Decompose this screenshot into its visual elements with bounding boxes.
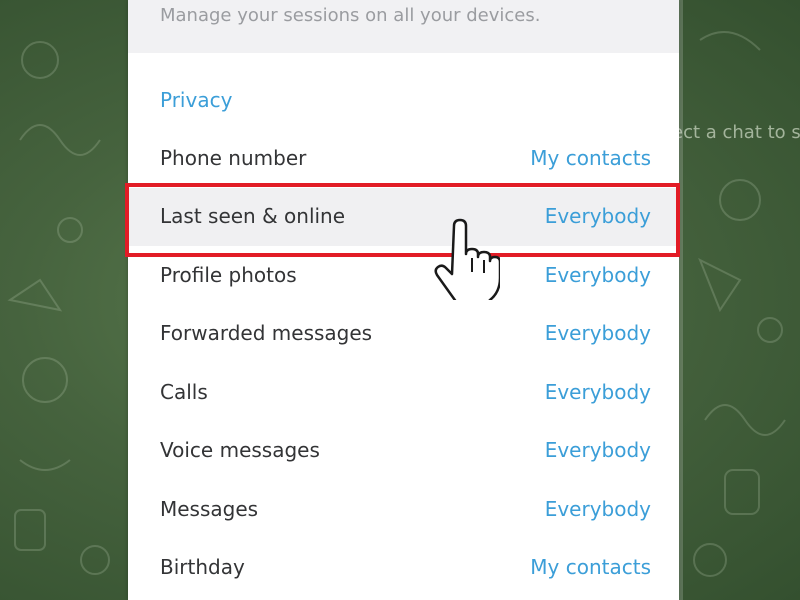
row-value: Everybody [544, 204, 651, 228]
privacy-row-forwarded-messages[interactable]: Forwarded messages Everybody [128, 305, 679, 363]
row-label: Calls [160, 380, 208, 404]
row-value: My contacts [530, 146, 651, 170]
app-window: ect a chat to s Manage your sessions on … [0, 0, 800, 600]
privacy-row-phone-number[interactable]: Phone number My contacts [128, 130, 679, 188]
privacy-row-voice-messages[interactable]: Voice messages Everybody [128, 422, 679, 480]
row-label: Profile photos [160, 263, 297, 287]
select-chat-hint: ect a chat to s [672, 122, 800, 143]
row-value: Everybody [544, 263, 651, 287]
row-value: Everybody [544, 497, 651, 521]
row-value: My contacts [530, 555, 651, 579]
hand-pointer-icon [434, 218, 500, 300]
row-label: Voice messages [160, 438, 320, 462]
privacy-row-last-seen[interactable]: Last seen & online Everybody [128, 188, 679, 246]
row-label: Birthday [160, 555, 245, 579]
row-label: Messages [160, 497, 259, 521]
row-label: Forwarded messages [160, 321, 373, 345]
row-label: Last seen & online [160, 204, 346, 228]
sessions-description: Manage your sessions on all your devices… [160, 5, 541, 26]
panel-scrollbar[interactable] [679, 0, 683, 600]
sessions-section: Manage your sessions on all your devices… [128, 0, 679, 53]
privacy-row-profile-photos[interactable]: Profile photos Everybody [128, 247, 679, 305]
row-label: Phone number [160, 146, 307, 170]
row-value: Everybody [544, 438, 651, 462]
settings-panel: Manage your sessions on all your devices… [128, 0, 679, 600]
row-value: Everybody [544, 321, 651, 345]
privacy-row-birthday[interactable]: Birthday My contacts [128, 539, 679, 597]
privacy-row-calls[interactable]: Calls Everybody [128, 364, 679, 422]
row-value: Everybody [544, 380, 651, 404]
privacy-row-messages[interactable]: Messages Everybody [128, 481, 679, 539]
privacy-section-title: Privacy [160, 88, 233, 112]
